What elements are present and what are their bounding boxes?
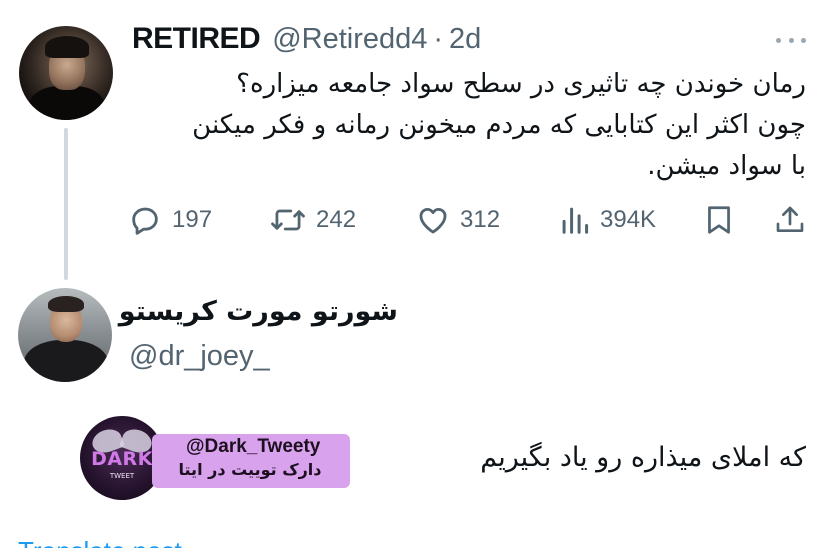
tweet-timestamp[interactable]: 2d	[449, 23, 481, 56]
reply-author-handle[interactable]: @dr_joey_	[129, 340, 270, 373]
reply-icon	[132, 207, 158, 235]
avatar-figure	[29, 86, 105, 120]
views-icon	[562, 207, 589, 234]
views-count: 394K	[600, 206, 657, 233]
channel-caption: دارک توییت در ایتا	[178, 460, 322, 479]
reply-body: که املای میذاره رو یاد بگیریم	[480, 442, 806, 473]
author-name[interactable]: RETIRED	[132, 22, 261, 56]
header-separator: ·	[433, 23, 444, 55]
more-icon[interactable]	[776, 30, 806, 50]
tweet-text-line: رمان خوندن چه تاثیری در سطح سواد جامعه م…	[236, 69, 806, 99]
share-icon	[776, 206, 804, 232]
retweet-count: 242	[316, 206, 357, 233]
author-avatar[interactable]	[19, 26, 113, 120]
retweet-icon	[271, 209, 305, 231]
reply-author-avatar[interactable]	[18, 288, 112, 382]
tweet-text-line: چون اکثر این کتابایی که مردم میخونن رمان…	[192, 110, 806, 140]
bookmark-button[interactable]	[704, 198, 734, 242]
views-button[interactable]: 394K	[560, 198, 656, 242]
tweet-actions: 197 242 312 394K	[0, 198, 828, 242]
tweet-text-line: با سواد میشن.	[647, 151, 806, 181]
tweet-header: RETIRED @Retiredd4 · 2d	[132, 22, 481, 58]
bookmark-icon	[708, 206, 730, 234]
avatar-hair	[45, 36, 89, 58]
avatar-hair	[48, 296, 84, 312]
author-handle[interactable]: @Retiredd4	[272, 23, 427, 56]
like-button[interactable]: 312	[416, 198, 500, 242]
tweet-body: رمان خوندن چه تاثیری در سطح سواد جامعه م…	[126, 64, 806, 187]
like-count: 312	[460, 206, 501, 233]
channel-handle: @Dark_Tweety	[186, 436, 321, 457]
reply-count: 197	[172, 206, 213, 233]
translate-link[interactable]: Translate post	[18, 536, 182, 548]
reply-author-name[interactable]: شورتو مورت کریستو	[119, 296, 398, 327]
like-icon	[419, 207, 447, 234]
retweet-button[interactable]: 242	[270, 198, 356, 242]
reply-button[interactable]: 197	[128, 198, 212, 242]
avatar-figure	[24, 340, 108, 382]
share-button[interactable]	[774, 198, 806, 242]
